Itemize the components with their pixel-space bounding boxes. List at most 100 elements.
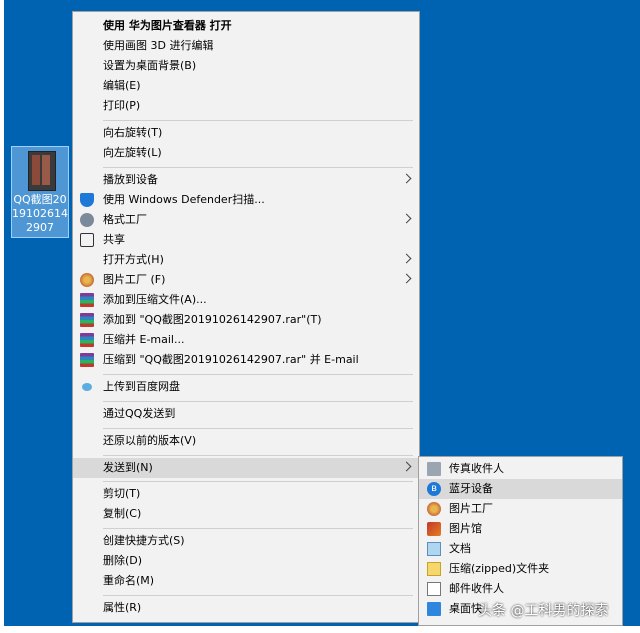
image-thumbnail: [28, 151, 56, 191]
menu-item-label: 播放到设备: [103, 173, 158, 186]
menu-item-label: 添加到压缩文件(A)...: [103, 293, 207, 306]
chevron-right-icon: [401, 173, 412, 184]
menu-item-label: 删除(D): [103, 554, 143, 567]
menu-separator: [103, 401, 413, 402]
menu-item-label: 压缩到 "QQ截图20191026142907.rar" 并 E-mail: [103, 353, 359, 366]
menu-item-send-via-qq[interactable]: 通过QQ发送到: [73, 404, 419, 424]
menu-item-cast-to-device[interactable]: 播放到设备: [73, 170, 419, 190]
menu-item-set-wallpaper[interactable]: 设置为桌面背景(B): [73, 56, 419, 76]
menu-item-label: 向左旋转(L): [103, 146, 162, 159]
winrar-icon: [80, 333, 94, 347]
menu-item-add-to-rar[interactable]: 添加到 "QQ截图20191026142907.rar"(T): [73, 310, 419, 330]
menu-item-delete[interactable]: 删除(D): [73, 551, 419, 571]
menu-item-properties[interactable]: 属性(R): [73, 598, 419, 618]
menu-item-rotate-left[interactable]: 向左旋转(L): [73, 143, 419, 163]
winrar-icon: [80, 353, 94, 367]
chevron-right-icon: [401, 461, 412, 472]
submenu-item-fax[interactable]: 传真收件人: [419, 459, 622, 479]
menu-item-label: 发送到(N): [103, 461, 153, 474]
submenu-item-label: 邮件收件人: [449, 582, 504, 595]
menu-item-label: 使用 Windows Defender扫描...: [103, 193, 265, 206]
picture-gallery-icon: [427, 522, 441, 536]
menu-item-label: 向右旋转(T): [103, 126, 163, 139]
winrar-icon: [80, 293, 94, 307]
submenu-item-mail-recipient[interactable]: 邮件收件人: [419, 579, 622, 599]
menu-item-label: 重命名(M): [103, 574, 155, 587]
desktop-icon: [427, 602, 441, 616]
left-edge: [0, 0, 4, 633]
share-icon: [80, 233, 94, 247]
menu-item-label: 复制(C): [103, 507, 142, 520]
menu-item-label: 格式工厂: [103, 213, 147, 226]
menu-item-picture-factory[interactable]: 图片工厂 (F): [73, 270, 419, 290]
bottom-edge: [0, 626, 640, 633]
menu-item-label: 打印(P): [103, 99, 141, 112]
mail-icon: [427, 582, 441, 596]
chevron-right-icon: [401, 213, 412, 224]
menu-item-compress-email[interactable]: 压缩并 E-mail...: [73, 330, 419, 350]
menu-item-open-huawei-viewer[interactable]: 使用 华为图片查看器 打开: [73, 16, 419, 36]
menu-item-label: 创建快捷方式(S): [103, 534, 185, 547]
submenu-item-picture-gallery[interactable]: 图片馆: [419, 519, 622, 539]
menu-item-rename[interactable]: 重命名(M): [73, 571, 419, 591]
zip-folder-icon: [427, 562, 441, 576]
submenu-item-label: 压缩(zipped)文件夹: [449, 562, 550, 575]
submenu-item-label: 蓝牙设备: [449, 482, 493, 495]
submenu-item-picture-factory[interactable]: 图片工厂: [419, 499, 622, 519]
desktop-file-icon[interactable]: QQ截图20191026142907: [11, 146, 69, 238]
submenu-item-label: 图片工厂: [449, 502, 493, 515]
menu-separator: [103, 374, 413, 375]
document-icon: [427, 542, 441, 556]
menu-item-label: 使用画图 3D 进行编辑: [103, 39, 214, 52]
watermark-text: 头条 @工科男的探索: [478, 603, 609, 619]
submenu-item-zip-folder[interactable]: 压缩(zipped)文件夹: [419, 559, 622, 579]
menu-item-label: 添加到 "QQ截图20191026142907.rar"(T): [103, 313, 322, 326]
menu-item-label: 上传到百度网盘: [103, 380, 180, 393]
menu-item-cut[interactable]: 剪切(T): [73, 484, 419, 504]
menu-item-label: 剪切(T): [103, 487, 141, 500]
submenu-item-label: 传真收件人: [449, 462, 504, 475]
menu-separator: [103, 120, 413, 121]
submenu-item-bluetooth[interactable]: ʙ 蓝牙设备: [419, 479, 622, 499]
picture-factory-icon: [80, 273, 94, 287]
menu-item-add-to-archive[interactable]: 添加到压缩文件(A)...: [73, 290, 419, 310]
context-menu: 使用 华为图片查看器 打开 使用画图 3D 进行编辑 设置为桌面背景(B) 编辑…: [72, 11, 420, 623]
cloud-icon: [82, 383, 92, 391]
menu-separator: [103, 167, 413, 168]
menu-item-label: 还原以前的版本(V): [103, 434, 197, 447]
submenu-item-documents[interactable]: 文档: [419, 539, 622, 559]
menu-item-restore-versions[interactable]: 还原以前的版本(V): [73, 431, 419, 451]
chevron-right-icon: [401, 253, 412, 264]
menu-item-format-factory[interactable]: 格式工厂: [73, 210, 419, 230]
menu-item-edit[interactable]: 编辑(E): [73, 76, 419, 96]
menu-item-create-shortcut[interactable]: 创建快捷方式(S): [73, 531, 419, 551]
menu-item-rotate-right[interactable]: 向右旋转(T): [73, 123, 419, 143]
menu-item-edit-paint3d[interactable]: 使用画图 3D 进行编辑: [73, 36, 419, 56]
menu-separator: [103, 528, 413, 529]
chevron-right-icon: [401, 273, 412, 284]
submenu-item-label: 图片馆: [449, 522, 482, 535]
menu-item-send-to[interactable]: 发送到(N): [73, 458, 419, 478]
menu-separator: [103, 595, 413, 596]
desktop-file-label: QQ截图20191026142907: [12, 193, 68, 234]
menu-item-label: 设置为桌面背景(B): [103, 59, 197, 72]
thumbnail-shape: [42, 155, 50, 185]
menu-separator: [103, 455, 413, 456]
shield-icon: [80, 193, 94, 207]
format-factory-icon: [80, 213, 94, 227]
menu-item-print[interactable]: 打印(P): [73, 96, 419, 116]
menu-item-compress-rar-email[interactable]: 压缩到 "QQ截图20191026142907.rar" 并 E-mail: [73, 350, 419, 370]
picture-factory-icon: [427, 502, 441, 516]
menu-item-label: 打开方式(H): [103, 253, 164, 266]
submenu-item-label: 文档: [449, 542, 471, 555]
winrar-icon: [80, 313, 94, 327]
menu-item-label: 压缩并 E-mail...: [103, 333, 185, 346]
menu-item-share[interactable]: 共享: [73, 230, 419, 250]
menu-item-open-with[interactable]: 打开方式(H): [73, 250, 419, 270]
menu-separator: [103, 481, 413, 482]
bluetooth-icon: ʙ: [427, 482, 441, 496]
menu-item-defender-scan[interactable]: 使用 Windows Defender扫描...: [73, 190, 419, 210]
menu-item-copy[interactable]: 复制(C): [73, 504, 419, 524]
menu-separator: [103, 428, 413, 429]
menu-item-baidu-upload[interactable]: 上传到百度网盘: [73, 377, 419, 397]
